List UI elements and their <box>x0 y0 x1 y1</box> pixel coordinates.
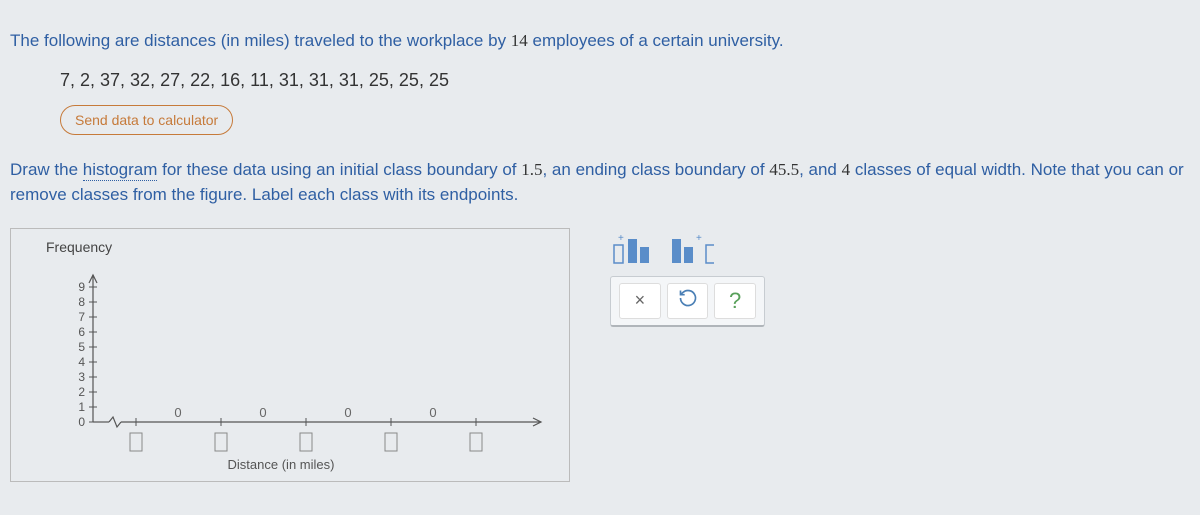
ending-boundary: 45.5 <box>769 160 799 179</box>
svg-text:+: + <box>696 233 702 244</box>
y-tick-2: 2 <box>78 385 85 399</box>
reset-icon <box>678 288 698 314</box>
employee-count: 14 <box>511 31 528 50</box>
class-boundary-input-4[interactable] <box>470 433 482 451</box>
bar-value-3: 0 <box>429 405 436 420</box>
y-tick-0: 0 <box>78 415 85 429</box>
add-bar-button[interactable]: + − <box>610 232 654 268</box>
y-tick-4: 4 <box>78 355 85 369</box>
x-axis-label: Distance (in miles) <box>228 457 335 472</box>
y-tick-7: 7 <box>78 310 85 324</box>
histogram-chart[interactable]: Frequency 0 1 2 3 4 5 <box>10 228 570 482</box>
toolbox: + − + − <box>610 232 765 327</box>
intro-prefix: The following are distances (in miles) t… <box>10 31 511 50</box>
y-tick-3: 3 <box>78 370 85 384</box>
reset-button[interactable] <box>667 283 709 319</box>
y-tick-9: 9 <box>78 280 85 294</box>
class-boundary-input-0[interactable] <box>130 433 142 451</box>
y-axis-label: Frequency <box>46 239 584 255</box>
class-boundary-input-2[interactable] <box>300 433 312 451</box>
bar-value-0: 0 <box>174 405 181 420</box>
intro-text: The following are distances (in miles) t… <box>10 28 1190 54</box>
close-icon: × <box>635 290 646 311</box>
histogram-link[interactable]: histogram <box>83 160 158 181</box>
initial-boundary: 1.5 <box>521 160 542 179</box>
remove-bar-icon: + − <box>670 233 714 267</box>
bar-value-1: 0 <box>259 405 266 420</box>
send-data-button[interactable]: Send data to calculator <box>60 105 233 135</box>
help-icon: ? <box>729 288 741 314</box>
class-boundary-input-1[interactable] <box>215 433 227 451</box>
help-button[interactable]: ? <box>714 283 756 319</box>
instruction-text: Draw the histogram for these data using … <box>10 157 1190 208</box>
y-tick-1: 1 <box>78 400 85 414</box>
remove-bar-button[interactable]: + − <box>670 232 714 268</box>
y-tick-6: 6 <box>78 325 85 339</box>
data-values: 7, 2, 37, 32, 27, 22, 16, 11, 31, 31, 31… <box>60 70 1190 91</box>
add-bar-icon: + − <box>610 233 654 267</box>
y-tick-8: 8 <box>78 295 85 309</box>
intro-suffix: employees of a certain university. <box>528 31 784 50</box>
class-boundary-input-3[interactable] <box>385 433 397 451</box>
y-tick-5: 5 <box>78 340 85 354</box>
svg-text:+: + <box>618 233 624 244</box>
chart-svg[interactable]: 0 1 2 3 4 5 6 7 8 <box>21 257 561 477</box>
class-count: 4 <box>842 160 851 179</box>
svg-text:−: − <box>618 264 623 267</box>
bar-value-2: 0 <box>344 405 351 420</box>
close-button[interactable]: × <box>619 283 661 319</box>
svg-text:−: − <box>696 264 701 267</box>
